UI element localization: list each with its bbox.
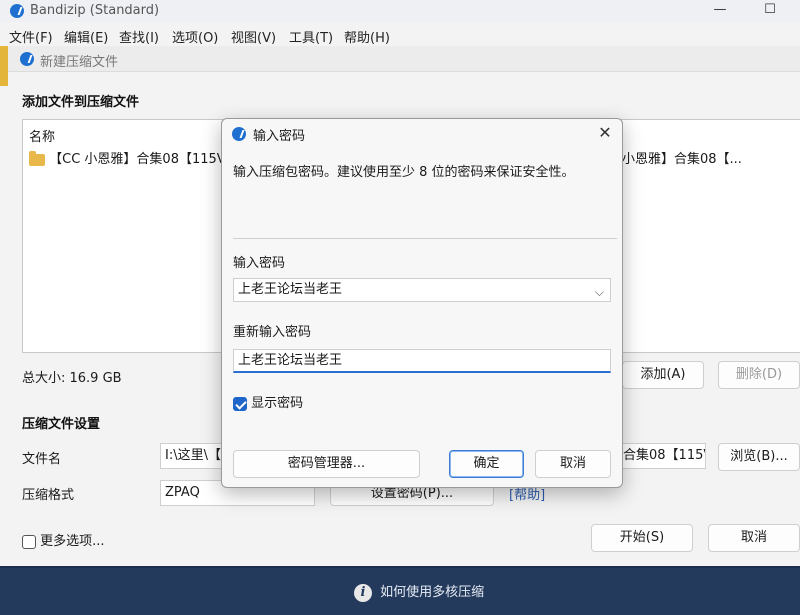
archive-window-title: 新建压缩文件 — [40, 55, 119, 70]
archive-window-title-bar: 新建压缩文件 — [8, 46, 800, 72]
password-manager-button[interactable]: 密码管理器... — [233, 450, 420, 478]
divider — [233, 238, 617, 239]
bandizip-logo-icon — [10, 4, 24, 18]
delete-button[interactable]: 删除(D) — [718, 361, 800, 389]
window-accent-strip — [0, 46, 8, 86]
format-value: ZPAQ — [165, 485, 200, 500]
browse-button[interactable]: 浏览(B)... — [718, 443, 800, 471]
password-label: 输入密码 — [233, 256, 286, 271]
list-item-name-overflow: 小恩雅】合集08【... — [622, 152, 742, 167]
menu-options[interactable]: 选项(O) — [172, 27, 218, 46]
ok-button[interactable]: 确定 — [449, 450, 524, 478]
checkbox-icon — [22, 534, 36, 549]
folder-icon — [29, 150, 45, 166]
add-button[interactable]: 添加(A) — [622, 361, 704, 389]
info-icon: i — [354, 584, 372, 602]
more-options-checkbox[interactable]: 更多选项... — [22, 530, 105, 549]
window-title: Bandizip (Standard) — [30, 3, 160, 18]
format-label: 压缩格式 — [22, 488, 75, 503]
password-value: 上老王论坛当老王 — [238, 282, 343, 297]
archive-settings-heading: 压缩文件设置 — [22, 417, 101, 432]
total-size: 总大小: 16.9 GB — [22, 371, 122, 386]
checkbox-checked-icon — [233, 396, 247, 411]
start-button[interactable]: 开始(S) — [591, 524, 693, 552]
menu-help[interactable]: 帮助(H) — [344, 27, 390, 46]
filename-label: 文件名 — [22, 452, 62, 467]
password-dialog: 输入密码 ✕ 输入压缩包密码。建议使用至少 8 位的密码来保证安全性。 输入密码… — [221, 118, 623, 488]
menu-edit[interactable]: 编辑(E) — [64, 27, 108, 46]
show-password-label: 显示密码 — [251, 396, 304, 411]
maximize-button[interactable]: ☐ — [747, 0, 793, 22]
dialog-cancel-button[interactable]: 取消 — [535, 450, 611, 478]
main-title-bar: Bandizip (Standard) — ☐ — [0, 0, 800, 22]
menu-tools[interactable]: 工具(T) — [289, 27, 333, 46]
menu-find[interactable]: 查找(I) — [119, 27, 159, 46]
menu-file[interactable]: 文件(F) — [9, 27, 53, 46]
cancel-button[interactable]: 取消 — [708, 524, 800, 552]
chevron-down-icon[interactable]: ⌵ — [595, 281, 604, 301]
reenter-password-input[interactable]: 上老王论坛当老王 — [233, 349, 611, 373]
bandizip-logo-icon — [232, 127, 246, 141]
more-options-label: 更多选项... — [40, 534, 105, 549]
bandizip-logo-icon — [20, 52, 34, 66]
minimize-button[interactable]: — — [697, 0, 743, 22]
reenter-password-value: 上老王论坛当老王 — [238, 353, 343, 368]
list-item-name: 【CC 小恩雅】合集08【115V — [49, 152, 226, 167]
filename-value-tail: 合集08【115V】 — [623, 448, 705, 463]
menu-bar: 文件(F) 编辑(E) 查找(I) 选项(O) 视图(V) 工具(T) 帮助(H… — [0, 24, 800, 46]
dialog-description: 输入压缩包密码。建议使用至少 8 位的密码来保证安全性。 — [233, 165, 575, 180]
show-password-checkbox[interactable]: 显示密码 — [233, 392, 303, 411]
menu-view[interactable]: 视图(V) — [231, 27, 276, 46]
add-files-heading: 添加文件到压缩文件 — [22, 95, 140, 110]
list-item[interactable]: 【CC 小恩雅】合集08【115V — [29, 148, 226, 167]
column-header-name[interactable]: 名称 — [29, 126, 55, 145]
close-icon[interactable]: ✕ — [594, 123, 616, 145]
filename-value: I:\这里\【 — [165, 448, 221, 463]
tip-banner-text: 如何使用多核压缩 — [380, 585, 485, 600]
reenter-password-label: 重新输入密码 — [233, 325, 312, 340]
tip-banner[interactable]: i 如何使用多核压缩 — [0, 566, 800, 615]
dialog-title: 输入密码 — [253, 129, 306, 144]
password-input[interactable]: 上老王论坛当老王 ⌵ — [233, 278, 611, 302]
